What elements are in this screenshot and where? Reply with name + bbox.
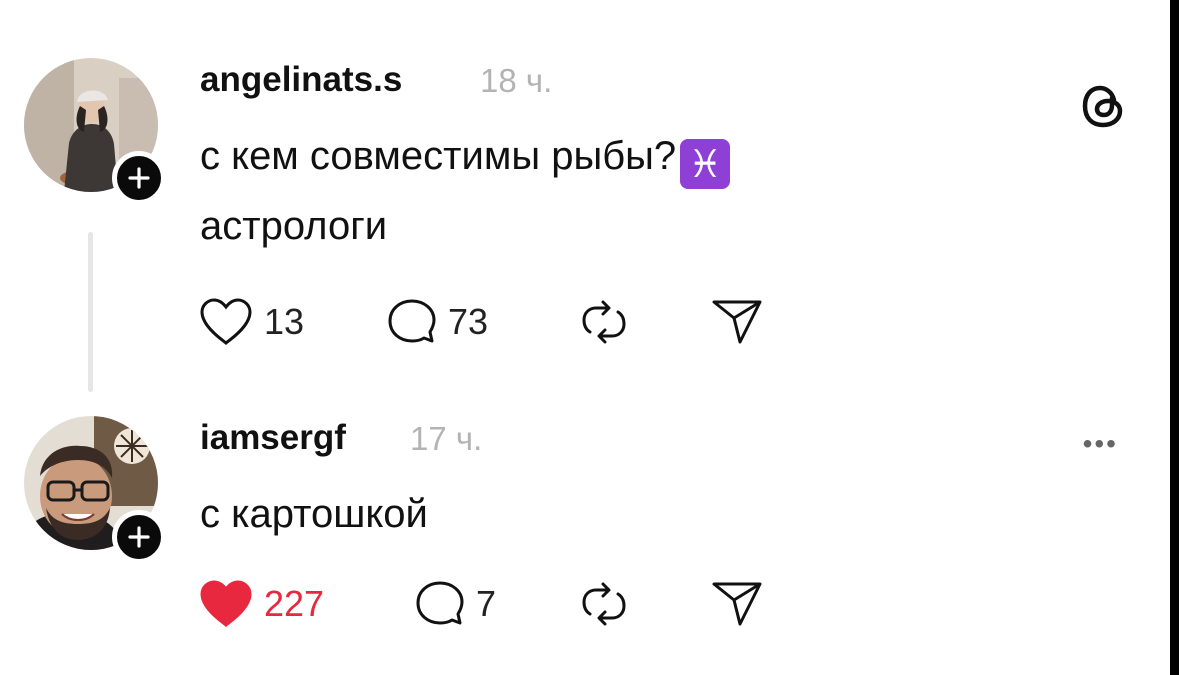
post-time: 17 ч. <box>410 420 483 457</box>
post-text-line-2: астрологи <box>200 204 388 248</box>
like-button[interactable]: 227 <box>198 578 324 630</box>
plus-icon <box>128 167 150 189</box>
repost-button[interactable] <box>578 578 630 630</box>
reply-count: 73 <box>448 301 489 342</box>
follow-button[interactable] <box>112 510 166 564</box>
reply-count: 7 <box>476 583 497 624</box>
repost-icon <box>582 582 626 626</box>
like-count: 227 <box>264 583 325 624</box>
reply-button[interactable]: 73 <box>386 296 488 348</box>
username[interactable]: iamsergf <box>200 418 346 458</box>
share-button[interactable] <box>710 296 764 348</box>
post-text: с кем совместимы рыбы? ♓ <box>200 126 731 189</box>
repost-icon <box>582 300 626 344</box>
reply-button[interactable]: 7 <box>414 578 496 630</box>
post-text-line: с кем совместимы рыбы? <box>200 134 677 178</box>
comment-icon <box>416 581 464 625</box>
pisces-emoji: ♓ <box>680 139 731 189</box>
post-time: 18 ч. <box>480 62 553 99</box>
threads-card: angelinats.s 18 ч. с кем совместимы рыбы… <box>0 0 1170 675</box>
threads-logo-icon[interactable] <box>1078 80 1130 137</box>
post-text: с картошкой <box>200 492 428 536</box>
follow-button[interactable] <box>112 151 166 205</box>
more-icon[interactable]: ••• <box>1083 428 1118 460</box>
share-icon <box>712 582 762 626</box>
repost-button[interactable] <box>578 296 630 348</box>
username[interactable]: angelinats.s <box>200 60 402 100</box>
share-icon <box>712 300 762 344</box>
share-button[interactable] <box>710 578 764 630</box>
like-count: 13 <box>264 301 305 342</box>
like-button[interactable]: 13 <box>198 296 304 348</box>
plus-icon <box>128 526 150 548</box>
heart-icon <box>200 298 252 346</box>
heart-icon <box>200 580 252 628</box>
comment-icon <box>388 299 436 343</box>
thread-connector-line <box>88 232 93 392</box>
